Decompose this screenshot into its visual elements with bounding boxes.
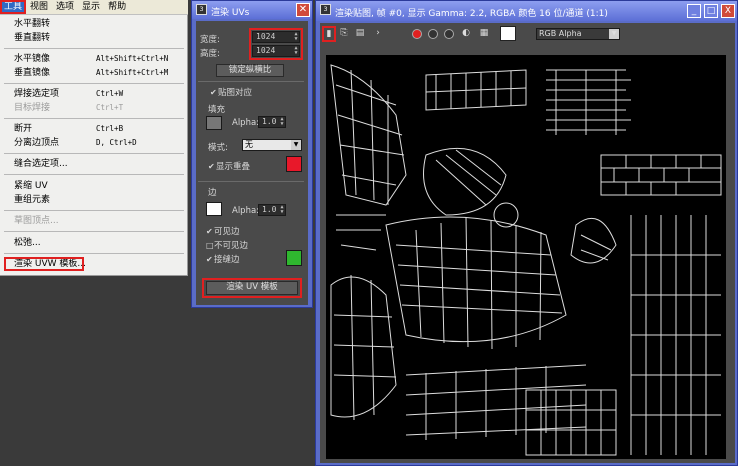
shortcut-label: Alt+Shift+Ctrl+M [96, 68, 169, 77]
menu-item-stitch-selected[interactable]: 缝合选定项... [0, 157, 188, 171]
render-canvas-area [320, 45, 735, 463]
menu-separator [4, 118, 184, 119]
clone-window-icon[interactable]: ▤ [354, 27, 366, 40]
checkmark-icon: ✔ [206, 255, 213, 264]
checkbox-empty-icon: □ [206, 241, 214, 250]
seam-color-swatch[interactable] [286, 250, 302, 266]
render-window-toolbar: ▮ ⎘ ▤ › ◐ ▦ RGB Alpha ▼ [320, 23, 735, 45]
group-divider [198, 81, 304, 82]
fill-color-swatch[interactable] [206, 116, 222, 130]
shortcut-label: Ctrl+W [96, 89, 124, 98]
edge-alpha-label: Alpha: [232, 206, 260, 216]
render-window-title: 渲染贴图, 帧 #0, 显示 Gamma: 2.2, RGBA 颜色 16 位/… [335, 9, 608, 19]
visible-edges-checkbox[interactable]: ✔可见边 [206, 225, 240, 237]
arrow-icon[interactable]: › [372, 27, 384, 40]
menubar-help[interactable]: 帮助 [104, 0, 130, 14]
minimize-button[interactable]: _ [687, 4, 701, 18]
chevron-down-icon: ▼ [609, 29, 619, 39]
checkmark-icon: ✔ [206, 227, 213, 236]
menu-separator [4, 153, 184, 154]
fill-alpha-spinner[interactable]: 1.0 ▲ ▼ [258, 116, 286, 128]
shortcut-label: D, Ctrl+D [96, 138, 137, 147]
copy-image-icon[interactable]: ⎘ [338, 27, 350, 40]
menu-item-target-weld[interactable]: 目标焊接 Ctrl+T [0, 101, 188, 115]
lock-aspect-button[interactable]: 锁定纵横比 [216, 64, 284, 77]
menu-separator [4, 83, 184, 84]
monochrome-icon[interactable]: ▦ [478, 27, 490, 40]
shortcut-label: Ctrl+B [96, 124, 124, 133]
close-button[interactable]: X [721, 4, 735, 18]
checkmark-icon: ✔ [208, 162, 215, 171]
menubar-tools[interactable]: 工具 [0, 0, 27, 14]
chevron-down-icon: ▼ [291, 140, 301, 150]
shortcut-label: Ctrl+T [96, 103, 124, 112]
fill-mode-label: 模式: [208, 143, 228, 153]
edge-group-label: 边 [208, 188, 217, 198]
fill-group-label: 填充 [208, 105, 226, 115]
checkmark-icon: ✔ [210, 88, 217, 97]
fill-alpha-label: Alpha: [232, 118, 260, 128]
show-overlap-checkbox[interactable]: ✔显示重叠 [208, 160, 250, 172]
menu-item-rescale-elements[interactable]: 重组元素 [0, 193, 188, 207]
channel-display-select[interactable]: RGB Alpha ▼ [536, 28, 620, 40]
flip-checkbox[interactable]: ✔贴图对应 [210, 86, 252, 98]
menu-item-sketch-vertices[interactable]: 草图顶点... [0, 214, 188, 228]
render-window-titlebar[interactable]: 3 渲染贴图, 帧 #0, 显示 Gamma: 2.2, RGBA 颜色 16 … [316, 1, 737, 21]
spinner-arrows-icon[interactable]: ▲ ▼ [279, 117, 285, 127]
menubar-display[interactable]: 显示 [78, 0, 104, 14]
dialog-title: 渲染 UVs [211, 8, 250, 18]
red-channel-icon[interactable] [412, 29, 422, 39]
menu-item-detach-edge-vertices[interactable]: 分离边顶点 D, Ctrl+D [0, 136, 188, 150]
blue-channel-icon[interactable] [444, 29, 454, 39]
group-divider [198, 181, 304, 182]
menu-separator [4, 231, 184, 232]
width-label: 宽度: [200, 35, 220, 45]
menu-item-mirror-horizontal[interactable]: 水平镜像 Alt+Shift+Ctrl+N [0, 52, 188, 66]
render-button-highlight-box [202, 278, 302, 298]
3ds-max-icon: 3 [196, 4, 207, 15]
menu-separator [4, 253, 184, 254]
spinner-arrows-icon[interactable]: ▲ ▼ [279, 205, 285, 215]
fill-mode-select[interactable]: 无 ▼ [242, 139, 302, 151]
alpha-channel-icon[interactable]: ◐ [460, 27, 472, 40]
maximize-button[interactable]: □ [704, 4, 718, 18]
menu-item-break[interactable]: 断开 Ctrl+B [0, 122, 188, 136]
uv-wireframe-graphic [330, 64, 722, 456]
edge-color-swatch[interactable] [206, 202, 222, 216]
save-icon[interactable]: ▮ [322, 26, 336, 42]
invisible-edges-checkbox[interactable]: □不可见边 [206, 239, 248, 251]
height-label: 高度: [200, 49, 220, 59]
dialog-body: 宽度: 1024 ▲ ▼ 高度: 1024 ▲ ▼ 锁定纵横比 ✔贴图对应 填充 Alp… [196, 21, 308, 305]
menu-item-weld-selected[interactable]: 焊接选定项 Ctrl+W [0, 87, 188, 101]
menubar-view[interactable]: 视图 [26, 0, 52, 14]
menubar-options[interactable]: 选项 [52, 0, 78, 14]
color-swatch[interactable] [500, 26, 516, 41]
overlap-color-swatch[interactable] [286, 156, 302, 172]
dialog-titlebar[interactable]: 3 渲染 UVs ✕ [192, 1, 312, 19]
render-uvs-dialog: 3 渲染 UVs ✕ 宽度: 1024 ▲ ▼ 高度: 1024 ▲ ▼ 锁定纵横比 ✔… [191, 0, 313, 308]
menu-item-flip-horizontal[interactable]: 水平翻转 [0, 17, 188, 31]
menubar: 工具 视图 选项 显示 帮助 [0, 0, 188, 15]
menu-separator [4, 174, 184, 175]
menu-separator [4, 210, 184, 211]
seam-edges-checkbox[interactable]: ✔接缝边 [206, 253, 240, 265]
menu-item-pack-uv[interactable]: 紧缩 UV [0, 179, 188, 193]
tools-menu-panel: 工具 视图 选项 显示 帮助 水平翻转 垂直翻转 水平镜像 Alt+Shift+C… [0, 0, 188, 276]
close-button[interactable]: ✕ [296, 3, 310, 17]
menu-separator [4, 48, 184, 49]
3ds-max-icon: 3 [320, 4, 331, 15]
edge-alpha-spinner[interactable]: 1.0 ▲ ▼ [258, 204, 286, 216]
size-highlight-box [249, 28, 303, 60]
menu-item-mirror-vertical[interactable]: 垂直镜像 Alt+Shift+Ctrl+M [0, 66, 188, 80]
menu-item-relax[interactable]: 松弛... [0, 236, 188, 250]
green-channel-icon[interactable] [428, 29, 438, 39]
menu-item-render-uvw-template[interactable]: 渲染 UVW 模板... [4, 257, 86, 271]
menu-item-flip-vertical[interactable]: 垂直翻转 [0, 31, 188, 45]
shortcut-label: Alt+Shift+Ctrl+N [96, 54, 169, 63]
render-map-window: 3 渲染贴图, 帧 #0, 显示 Gamma: 2.2, RGBA 颜色 16 … [315, 0, 738, 466]
uv-template-image [326, 55, 726, 459]
